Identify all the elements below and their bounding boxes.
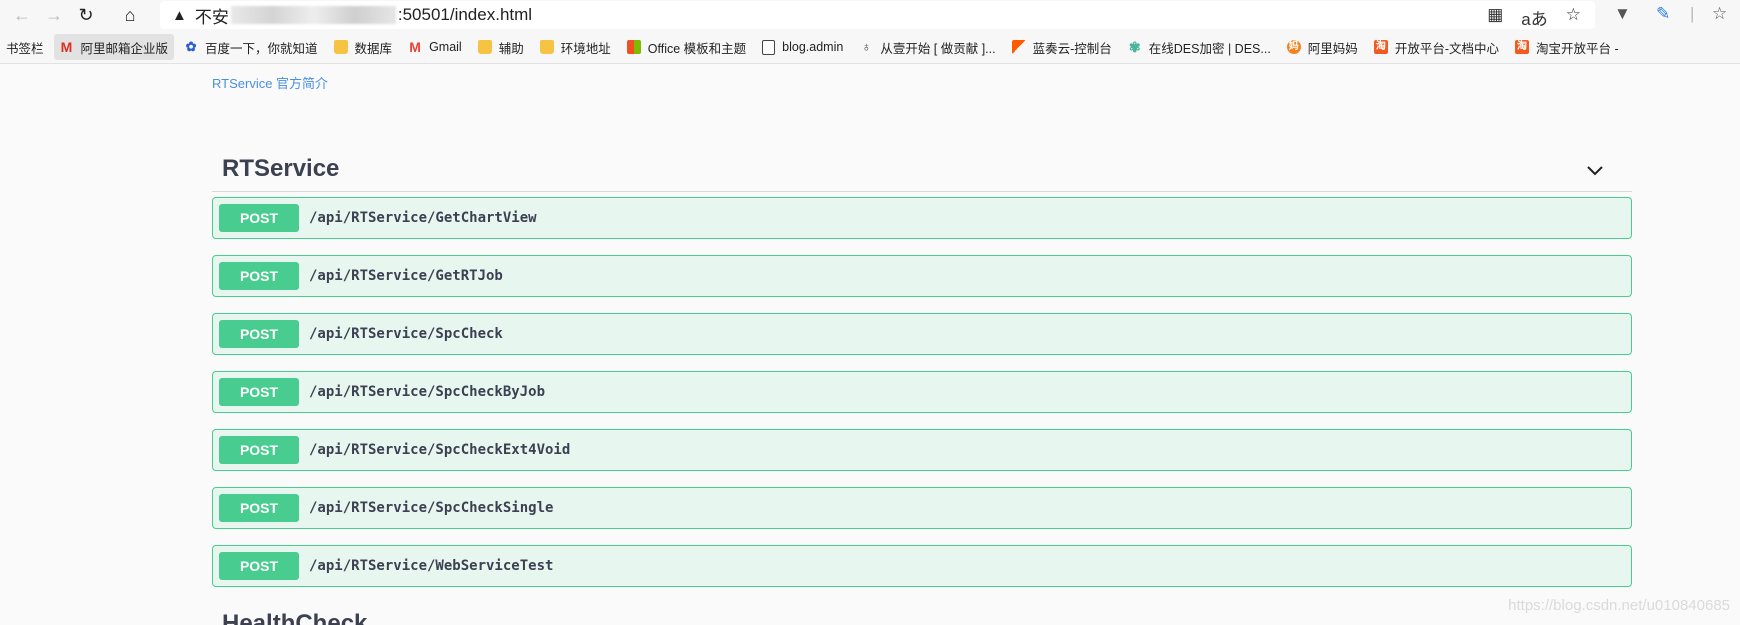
method-badge: POST <box>219 378 299 406</box>
bookmark-item[interactable]: ✾ 在线DES加密 | DES... <box>1122 34 1277 60</box>
bookmark-folder[interactable]: 环境地址 <box>534 34 617 60</box>
method-badge: POST <box>219 262 299 290</box>
bookmark-item[interactable]: M Gmail <box>402 34 468 60</box>
address-bar[interactable]: ▲ 不安 :50501/index.html ▦ aあ ☆ <box>160 1 1595 29</box>
method-badge: POST <box>219 320 299 348</box>
forward-arrow-icon[interactable]: → <box>40 2 68 28</box>
operation-row[interactable]: POST /api/RTService/SpcCheckSingle <box>212 487 1632 529</box>
operation-path: /api/RTService/SpcCheckSingle <box>309 500 554 516</box>
operation-row[interactable]: POST /api/RTService/SpcCheckByJob <box>212 371 1632 413</box>
warning-icon: ▲ <box>172 6 187 24</box>
operation-path: /api/RTService/SpcCheckExt4Void <box>309 442 571 458</box>
gmail-icon: M <box>409 39 421 55</box>
microsoft-icon <box>626 40 641 54</box>
operation-path: /api/RTService/GetRTJob <box>309 268 503 284</box>
folder-icon <box>539 40 554 54</box>
bookmark-item[interactable]: 蓝奏云-控制台 <box>1006 34 1118 60</box>
flower-icon: ✾ <box>1128 39 1141 55</box>
operation-path: /api/RTService/WebServiceTest <box>309 558 554 574</box>
operation-row[interactable]: POST /api/RTService/WebServiceTest <box>212 545 1632 587</box>
alimama-icon: 妈 <box>1286 40 1301 54</box>
zero-icon: ♁ <box>861 39 872 54</box>
toolbar-divider: | <box>1690 4 1695 23</box>
bookmark-item[interactable]: 妈阿里妈妈 <box>1281 34 1364 60</box>
taobao-icon: 淘 <box>1514 40 1529 54</box>
bookmark-folder[interactable]: 辅助 <box>472 34 530 60</box>
bookmark-item[interactable]: Office 模板和主题 <box>621 34 752 60</box>
operation-path: /api/RTService/SpcCheckByJob <box>309 384 546 400</box>
redacted-host <box>230 6 396 24</box>
bookmark-item[interactable]: 淘淘宝开放平台 - <box>1509 34 1625 60</box>
method-badge: POST <box>219 436 299 464</box>
document-icon <box>762 39 776 55</box>
method-badge: POST <box>219 204 299 232</box>
operation-row[interactable]: POST /api/RTService/GetRTJob <box>212 255 1632 297</box>
bookmark-item[interactable]: blog.admin <box>756 34 849 60</box>
operation-row[interactable]: POST /api/RTService/SpcCheckExt4Void <box>212 429 1632 471</box>
feather-extension-icon[interactable]: ✎ <box>1656 4 1670 24</box>
address-suffix: :50501/index.html <box>397 5 533 24</box>
method-badge: POST <box>219 494 299 522</box>
address-prefix: 不安 <box>194 7 229 27</box>
operation-row[interactable]: POST /api/RTService/GetChartView <box>212 197 1632 239</box>
reload-icon[interactable]: ↻ <box>72 2 100 28</box>
taobao-icon: 淘 <box>1373 40 1388 54</box>
bookmark-item[interactable]: ♁ 从壹开始 [ 做贡献 ]... <box>853 34 1001 60</box>
operation-row[interactable]: POST /api/RTService/SpcCheck <box>212 313 1632 355</box>
flag-icon <box>1011 40 1026 54</box>
method-badge: POST <box>219 552 299 580</box>
bookmark-item[interactable]: 淘开放平台-文档中心 <box>1368 34 1505 60</box>
operation-path: /api/RTService/GetChartView <box>309 210 537 226</box>
m-logo-icon: M <box>60 39 73 55</box>
bookmark-item[interactable]: M 阿里邮箱企业版 <box>53 34 175 60</box>
next-section-title[interactable]: HealthCheck <box>222 611 367 625</box>
watermark: https://blog.csdn.net/u010840685 <box>1508 597 1730 614</box>
bookmark-item[interactable]: 书签栏 <box>0 34 50 60</box>
chevron-down-icon[interactable] <box>1584 159 1606 181</box>
bookmark-folder[interactable]: 数据库 <box>328 34 399 60</box>
section-header[interactable]: RTService <box>212 147 1632 192</box>
favorites-icon[interactable]: ☆ <box>1712 4 1727 24</box>
favorite-add-icon[interactable]: ☆ <box>1566 5 1581 30</box>
back-arrow-icon[interactable]: ← <box>8 2 36 28</box>
operation-path: /api/RTService/SpcCheck <box>309 326 503 342</box>
browser-toolbar: ← → ↻ ⌂ ▲ 不安 :50501/index.html ▦ aあ ☆ ▼ … <box>0 0 1740 31</box>
bookmarks-bar: 书签栏 M 阿里邮箱企业版 ✿ 百度一下，你就知道 数据库 M Gmail 辅助 环境… <box>0 31 1740 64</box>
intro-link[interactable]: RTService 官方简介 <box>212 73 328 92</box>
bookmark-item[interactable]: ✿ 百度一下，你就知道 <box>178 34 324 60</box>
paw-icon: ✿ <box>185 39 197 54</box>
home-icon[interactable]: ⌂ <box>116 2 144 28</box>
translate-icon[interactable]: aあ <box>1521 5 1547 30</box>
section-title: RTService <box>222 155 340 182</box>
folder-icon <box>333 40 348 54</box>
vpn-extension-icon[interactable]: ▼ <box>1614 4 1631 24</box>
app-grid-icon[interactable]: ▦ <box>1487 5 1503 30</box>
folder-icon <box>477 40 492 54</box>
